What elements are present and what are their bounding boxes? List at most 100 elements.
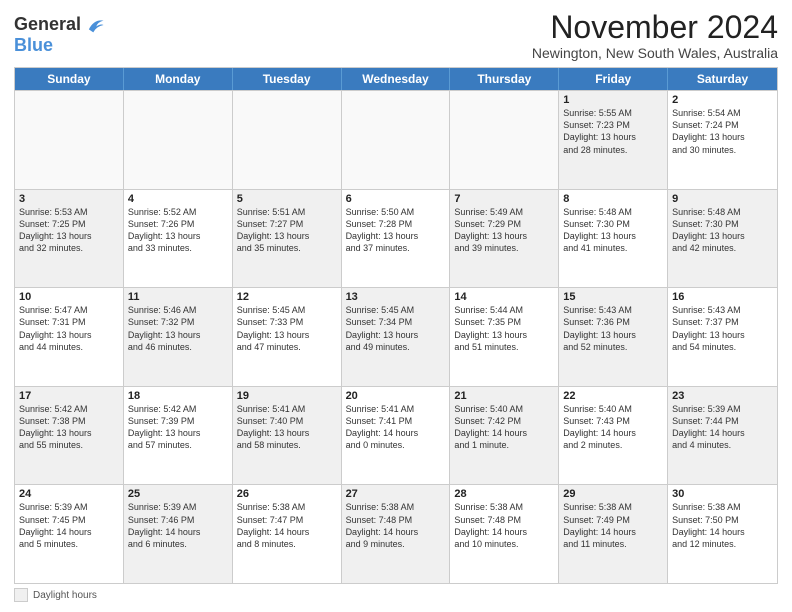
day-info: Sunrise: 5:42 AM Sunset: 7:38 PM Dayligh… [19,403,119,452]
header: General Blue November 2024 Newington, Ne… [14,10,778,61]
cal-cell: 3Sunrise: 5:53 AM Sunset: 7:25 PM Daylig… [15,190,124,288]
cal-cell: 29Sunrise: 5:38 AM Sunset: 7:49 PM Dayli… [559,485,668,583]
day-info: Sunrise: 5:38 AM Sunset: 7:50 PM Dayligh… [672,501,773,550]
cal-cell [233,91,342,189]
cal-cell: 9Sunrise: 5:48 AM Sunset: 7:30 PM Daylig… [668,190,777,288]
calendar: SundayMondayTuesdayWednesdayThursdayFrid… [14,67,778,584]
day-number: 2 [672,94,773,106]
month-title: November 2024 [532,10,778,45]
calendar-body: 1Sunrise: 5:55 AM Sunset: 7:23 PM Daylig… [15,90,777,583]
day-number: 21 [454,390,554,402]
cal-row-1: 1Sunrise: 5:55 AM Sunset: 7:23 PM Daylig… [15,90,777,189]
legend: Daylight hours [14,588,778,602]
day-info: Sunrise: 5:40 AM Sunset: 7:42 PM Dayligh… [454,403,554,452]
day-info: Sunrise: 5:39 AM Sunset: 7:46 PM Dayligh… [128,501,228,550]
day-info: Sunrise: 5:38 AM Sunset: 7:48 PM Dayligh… [454,501,554,550]
day-info: Sunrise: 5:38 AM Sunset: 7:49 PM Dayligh… [563,501,663,550]
legend-label: Daylight hours [33,590,97,601]
cal-cell: 23Sunrise: 5:39 AM Sunset: 7:44 PM Dayli… [668,387,777,485]
page: General Blue November 2024 Newington, Ne… [0,0,792,612]
day-info: Sunrise: 5:41 AM Sunset: 7:41 PM Dayligh… [346,403,446,452]
day-info: Sunrise: 5:44 AM Sunset: 7:35 PM Dayligh… [454,304,554,353]
day-number: 10 [19,291,119,303]
day-info: Sunrise: 5:38 AM Sunset: 7:48 PM Dayligh… [346,501,446,550]
cal-cell: 28Sunrise: 5:38 AM Sunset: 7:48 PM Dayli… [450,485,559,583]
day-info: Sunrise: 5:38 AM Sunset: 7:47 PM Dayligh… [237,501,337,550]
day-info: Sunrise: 5:43 AM Sunset: 7:36 PM Dayligh… [563,304,663,353]
day-info: Sunrise: 5:43 AM Sunset: 7:37 PM Dayligh… [672,304,773,353]
day-info: Sunrise: 5:48 AM Sunset: 7:30 PM Dayligh… [672,206,773,255]
cal-cell: 26Sunrise: 5:38 AM Sunset: 7:47 PM Dayli… [233,485,342,583]
cal-header-cell-friday: Friday [559,68,668,90]
day-info: Sunrise: 5:51 AM Sunset: 7:27 PM Dayligh… [237,206,337,255]
day-number: 8 [563,193,663,205]
cal-cell [15,91,124,189]
cal-cell: 21Sunrise: 5:40 AM Sunset: 7:42 PM Dayli… [450,387,559,485]
day-number: 20 [346,390,446,402]
cal-cell: 8Sunrise: 5:48 AM Sunset: 7:30 PM Daylig… [559,190,668,288]
day-number: 3 [19,193,119,205]
cal-cell: 16Sunrise: 5:43 AM Sunset: 7:37 PM Dayli… [668,288,777,386]
cal-cell: 17Sunrise: 5:42 AM Sunset: 7:38 PM Dayli… [15,387,124,485]
cal-cell [124,91,233,189]
cal-header-cell-thursday: Thursday [450,68,559,90]
day-number: 28 [454,488,554,500]
day-number: 14 [454,291,554,303]
day-number: 29 [563,488,663,500]
cal-cell: 24Sunrise: 5:39 AM Sunset: 7:45 PM Dayli… [15,485,124,583]
logo-text-blue: Blue [14,36,105,56]
cal-cell [342,91,451,189]
day-number: 25 [128,488,228,500]
day-number: 26 [237,488,337,500]
day-info: Sunrise: 5:52 AM Sunset: 7:26 PM Dayligh… [128,206,228,255]
day-info: Sunrise: 5:47 AM Sunset: 7:31 PM Dayligh… [19,304,119,353]
cal-cell: 1Sunrise: 5:55 AM Sunset: 7:23 PM Daylig… [559,91,668,189]
day-number: 7 [454,193,554,205]
cal-cell: 4Sunrise: 5:52 AM Sunset: 7:26 PM Daylig… [124,190,233,288]
day-number: 13 [346,291,446,303]
day-info: Sunrise: 5:46 AM Sunset: 7:32 PM Dayligh… [128,304,228,353]
day-number: 12 [237,291,337,303]
day-info: Sunrise: 5:40 AM Sunset: 7:43 PM Dayligh… [563,403,663,452]
cal-cell: 6Sunrise: 5:50 AM Sunset: 7:28 PM Daylig… [342,190,451,288]
logo: General Blue [14,14,105,56]
day-info: Sunrise: 5:39 AM Sunset: 7:45 PM Dayligh… [19,501,119,550]
location: Newington, New South Wales, Australia [532,45,778,61]
cal-cell: 10Sunrise: 5:47 AM Sunset: 7:31 PM Dayli… [15,288,124,386]
day-number: 30 [672,488,773,500]
day-number: 27 [346,488,446,500]
cal-cell: 13Sunrise: 5:45 AM Sunset: 7:34 PM Dayli… [342,288,451,386]
cal-cell [450,91,559,189]
cal-row-2: 3Sunrise: 5:53 AM Sunset: 7:25 PM Daylig… [15,189,777,288]
cal-cell: 25Sunrise: 5:39 AM Sunset: 7:46 PM Dayli… [124,485,233,583]
cal-row-5: 24Sunrise: 5:39 AM Sunset: 7:45 PM Dayli… [15,484,777,583]
cal-cell: 14Sunrise: 5:44 AM Sunset: 7:35 PM Dayli… [450,288,559,386]
day-number: 9 [672,193,773,205]
day-number: 19 [237,390,337,402]
day-info: Sunrise: 5:48 AM Sunset: 7:30 PM Dayligh… [563,206,663,255]
day-number: 23 [672,390,773,402]
cal-header-cell-sunday: Sunday [15,68,124,90]
cal-row-4: 17Sunrise: 5:42 AM Sunset: 7:38 PM Dayli… [15,386,777,485]
cal-header-cell-wednesday: Wednesday [342,68,451,90]
day-number: 1 [563,94,663,106]
day-info: Sunrise: 5:42 AM Sunset: 7:39 PM Dayligh… [128,403,228,452]
day-info: Sunrise: 5:39 AM Sunset: 7:44 PM Dayligh… [672,403,773,452]
cal-cell: 5Sunrise: 5:51 AM Sunset: 7:27 PM Daylig… [233,190,342,288]
day-number: 6 [346,193,446,205]
day-number: 18 [128,390,228,402]
day-number: 11 [128,291,228,303]
cal-cell: 12Sunrise: 5:45 AM Sunset: 7:33 PM Dayli… [233,288,342,386]
day-info: Sunrise: 5:49 AM Sunset: 7:29 PM Dayligh… [454,206,554,255]
legend-box [14,588,28,602]
cal-header-cell-tuesday: Tuesday [233,68,342,90]
cal-cell: 2Sunrise: 5:54 AM Sunset: 7:24 PM Daylig… [668,91,777,189]
day-info: Sunrise: 5:50 AM Sunset: 7:28 PM Dayligh… [346,206,446,255]
title-block: November 2024 Newington, New South Wales… [532,10,778,61]
cal-cell: 22Sunrise: 5:40 AM Sunset: 7:43 PM Dayli… [559,387,668,485]
calendar-header-row: SundayMondayTuesdayWednesdayThursdayFrid… [15,68,777,90]
day-info: Sunrise: 5:53 AM Sunset: 7:25 PM Dayligh… [19,206,119,255]
cal-row-3: 10Sunrise: 5:47 AM Sunset: 7:31 PM Dayli… [15,287,777,386]
day-number: 5 [237,193,337,205]
day-number: 4 [128,193,228,205]
